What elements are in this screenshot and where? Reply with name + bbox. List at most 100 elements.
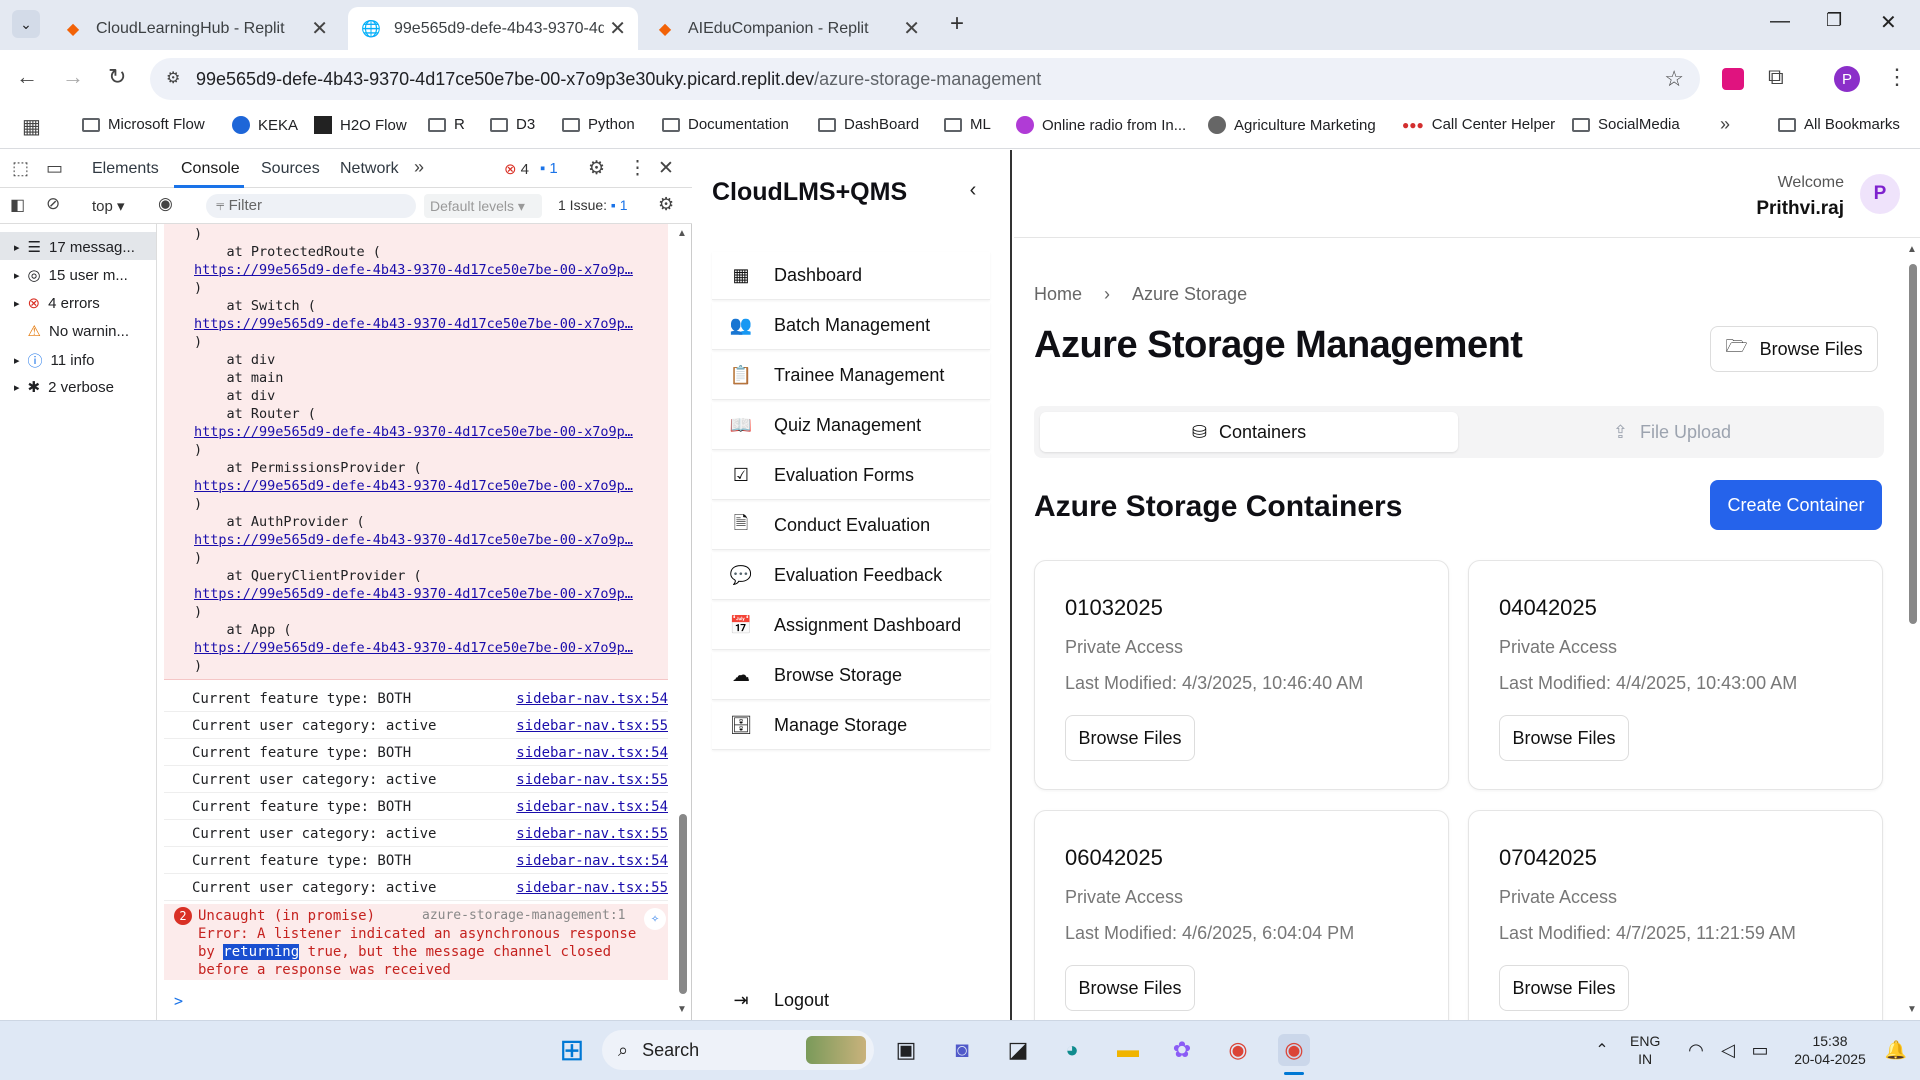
tab-console[interactable]: Console <box>181 160 240 178</box>
device-icon[interactable]: ▭ <box>46 158 63 179</box>
site-info-icon[interactable]: ⚙ <box>166 68 180 88</box>
bookmark-call-center[interactable]: ●●● Call Center Helper <box>1402 116 1555 133</box>
notification-icon[interactable]: 🔔 <box>1880 1034 1912 1066</box>
all-bookmarks[interactable]: All Bookmarks <box>1778 116 1900 133</box>
issues-label[interactable]: 1 Issue: ▪ 1 <box>558 197 628 213</box>
sidebar-item-evaluation-feedback[interactable]: 💬 Evaluation Feedback <box>712 552 990 600</box>
apps-icon[interactable]: ▦ <box>22 114 41 139</box>
log-source-link[interactable]: sidebar-nav.tsx:55 <box>516 718 668 734</box>
bookmark-ml[interactable]: ML <box>944 116 991 133</box>
tab-active-app[interactable]: 🌐 99e565d9-defe-4b43-9370-4d1 ✕ <box>348 7 638 50</box>
scroll-thumb[interactable] <box>1909 264 1917 624</box>
close-icon[interactable]: ✕ <box>609 16 626 41</box>
create-container-button[interactable]: Create Container <box>1710 480 1882 530</box>
avatar[interactable]: P <box>1860 174 1900 214</box>
console-scrollbar[interactable]: ▲ ▼ <box>676 224 690 1020</box>
log-source-link[interactable]: sidebar-nav.tsx:54 <box>516 799 668 815</box>
menu-icon[interactable]: ⋮ <box>1886 64 1908 90</box>
stack-link[interactable]: https://99e565d9-defe-4b43-9370-4d17ce50… <box>194 262 633 278</box>
sidebar-info[interactable]: ▸ ⓘ 11 info <box>14 350 94 371</box>
levels-select[interactable]: Default levels ▾ <box>424 194 542 218</box>
bookmark-online-radio[interactable]: Online radio from In... <box>1016 116 1186 134</box>
chrome-profile-icon[interactable]: ◉ <box>1278 1034 1310 1066</box>
sidebar-item-quiz-management[interactable]: 📖 Quiz Management <box>712 402 990 450</box>
bookmark-documentation[interactable]: Documentation <box>662 116 789 133</box>
log-source-link[interactable]: sidebar-nav.tsx:54 <box>516 745 668 761</box>
error-badge[interactable]: ⊗ 4 <box>504 160 529 179</box>
bookmark-h2o-flow[interactable]: H2O Flow <box>314 116 407 134</box>
chrome-icon[interactable]: ◉ <box>1222 1034 1254 1066</box>
tab-file-upload[interactable]: ⇪ File Upload <box>1466 412 1878 452</box>
tab-elements[interactable]: Elements <box>92 160 159 178</box>
language-indicator[interactable]: ENG IN <box>1630 1032 1660 1068</box>
settings-icon[interactable]: ⚙ <box>588 157 605 180</box>
sidebar-item-batch-management[interactable]: 👥 Batch Management <box>712 302 990 350</box>
bookmark-r[interactable]: R <box>428 116 465 133</box>
file-explorer-icon[interactable]: ▬ <box>1112 1034 1144 1066</box>
scroll-thumb[interactable] <box>679 814 687 994</box>
sidebar-item-evaluation-forms[interactable]: ☑ Evaluation Forms <box>712 452 990 500</box>
sidebar-toggle-icon[interactable]: ◧ <box>10 195 25 215</box>
windows-start-icon[interactable]: ⊞ <box>556 1034 588 1067</box>
sidebar-item-trainee-management[interactable]: 📋 Trainee Management <box>712 352 990 400</box>
sidebar-user-messages[interactable]: ▸ ◎ 15 user m... <box>14 266 128 285</box>
console-prompt[interactable]: > <box>174 992 183 1010</box>
stack-link[interactable]: https://99e565d9-defe-4b43-9370-4d17ce50… <box>194 532 633 548</box>
log-source-link[interactable]: sidebar-nav.tsx:54 <box>516 691 668 707</box>
lightbulb-icon[interactable]: ✧ <box>644 908 666 930</box>
log-source-link[interactable]: sidebar-nav.tsx:55 <box>516 826 668 842</box>
restore-button[interactable]: ❐ <box>1826 10 1842 31</box>
address-bar[interactable]: ⚙ 99e565d9-defe-4b43-9370-4d17ce50e7be-0… <box>150 58 1700 100</box>
sidebar-item-conduct-evaluation[interactable]: 🗎 Conduct Evaluation <box>712 502 990 550</box>
sidebar-item-browse-storage[interactable]: ☁ Browse Storage <box>712 652 990 700</box>
more-tabs-icon[interactable]: » <box>414 157 424 178</box>
forward-icon[interactable]: → <box>62 64 84 90</box>
close-icon[interactable]: ✕ <box>311 16 328 41</box>
sidebar-item-manage-storage[interactable]: 🗄 Manage Storage <box>712 702 990 750</box>
context-select[interactable]: top ▾ <box>92 197 125 215</box>
inspect-icon[interactable]: ⬚ <box>12 158 29 179</box>
reload-icon[interactable]: ↻ <box>108 64 126 90</box>
stack-link[interactable]: https://99e565d9-defe-4b43-9370-4d17ce50… <box>194 316 633 332</box>
breadcrumb-home[interactable]: Home <box>1034 284 1082 305</box>
log-source-link[interactable]: sidebar-nav.tsx:55 <box>516 880 668 896</box>
browse-files-button[interactable]: Browse Files <box>1065 715 1195 761</box>
taskbar-search[interactable]: ⌕ Search <box>602 1030 874 1070</box>
browse-files-button[interactable]: Browse Files <box>1499 715 1629 761</box>
battery-icon[interactable]: ▭ <box>1744 1034 1776 1066</box>
filter-input[interactable]: ⫧ Filter <box>206 194 416 218</box>
new-tab-button[interactable]: + <box>950 10 964 38</box>
stack-link[interactable]: https://99e565d9-defe-4b43-9370-4d17ce50… <box>194 640 633 656</box>
stack-link[interactable]: https://99e565d9-defe-4b43-9370-4d17ce50… <box>194 586 633 602</box>
bookmark-d3[interactable]: D3 <box>490 116 535 133</box>
tab-network[interactable]: Network <box>340 160 399 178</box>
tab-containers[interactable]: ⛁ Containers <box>1040 412 1458 452</box>
clear-console-icon[interactable]: ⊘ <box>46 194 60 214</box>
clock[interactable]: 15:38 20-04-2025 <box>1790 1032 1870 1068</box>
chevron-up-icon[interactable]: ⌃ <box>1586 1034 1618 1066</box>
more-bookmarks-icon[interactable]: » <box>1720 114 1730 135</box>
collapse-sidebar-button[interactable]: ‹ <box>957 174 989 206</box>
minimize-button[interactable]: — <box>1770 10 1790 33</box>
page-scrollbar[interactable]: ▲ ▼ <box>1906 244 1920 1020</box>
close-devtools-icon[interactable]: ✕ <box>658 157 674 180</box>
wifi-icon[interactable]: ◠ <box>1680 1034 1712 1066</box>
bookmark-dashboard[interactable]: DashBoard <box>818 116 919 133</box>
sidebar-errors[interactable]: ▸ ⊗ 4 errors <box>14 294 100 313</box>
kebab-icon[interactable]: ⋮ <box>628 157 647 180</box>
copilot-icon[interactable]: ✿ <box>1166 1034 1198 1066</box>
sidebar-warnings[interactable]: ▸⚠No warnin... <box>14 322 130 341</box>
close-window-button[interactable]: ✕ <box>1880 10 1897 35</box>
message-badge[interactable]: ▪ 1 <box>540 160 558 177</box>
extension-icon[interactable] <box>1722 68 1744 90</box>
browse-files-button[interactable]: 🗁 Browse Files <box>1710 326 1878 372</box>
sticky-notes-icon[interactable]: ◪ <box>1002 1034 1034 1066</box>
stack-link[interactable]: https://99e565d9-defe-4b43-9370-4d17ce50… <box>194 478 633 494</box>
tab-aiedu[interactable]: ◆ AIEduCompanion - Replit ✕ <box>642 7 932 50</box>
stack-link[interactable]: https://99e565d9-defe-4b43-9370-4d17ce50… <box>194 424 633 440</box>
edge-icon[interactable]: ◕ <box>1056 1034 1088 1066</box>
bookmark-python[interactable]: Python <box>562 116 635 133</box>
bookmark-microsoft-flow[interactable]: Microsoft Flow <box>82 116 205 133</box>
sidebar-item-assignment-dashboard[interactable]: 📅 Assignment Dashboard <box>712 602 990 650</box>
profile-avatar[interactable]: P <box>1834 66 1860 92</box>
